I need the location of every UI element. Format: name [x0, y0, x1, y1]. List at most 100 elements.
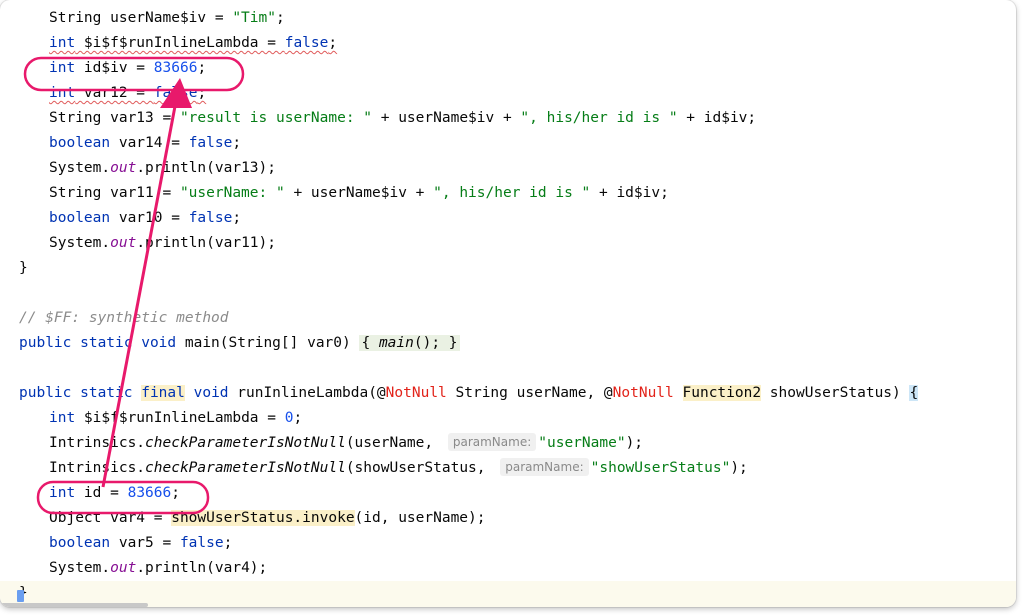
code-line[interactable]: Intrinsics.checkParameterIsNotNull(userN… [0, 431, 1016, 456]
keyword: boolean [49, 210, 111, 226]
code-token: String var13 = [49, 110, 180, 126]
keyword: int [49, 35, 76, 51]
code-token: var12 = [75, 85, 154, 101]
code-token: ; [197, 60, 207, 76]
static-field: out [110, 560, 137, 576]
code-line[interactable]: public static void main(String[] var0) {… [0, 331, 1016, 356]
code-line[interactable]: boolean var5 = false; [0, 531, 1016, 556]
code-line[interactable]: // $FF: synthetic method [0, 306, 1016, 331]
parameter-hint: paramName: [500, 458, 589, 476]
code-token: ; [275, 10, 285, 26]
static-field: out [110, 235, 137, 251]
string-literal: ", his/her id is " [520, 110, 678, 126]
code-token: $i$f$runInlineLambda = [75, 35, 285, 51]
keyword: false [188, 135, 233, 151]
keyword-highlighted: final [141, 385, 185, 401]
method-call-highlighted: showUserStatus.invoke [171, 510, 355, 526]
code-editor-window: String userName$iv = "Tim"; int $i$f$run… [0, 0, 1016, 607]
code-line[interactable]: boolean var10 = false; [0, 206, 1016, 231]
keyword: void [184, 385, 229, 401]
code-token: String userName$iv = [49, 10, 233, 26]
keyword: public static [19, 385, 142, 401]
code-line[interactable]: int $i$f$runInlineLambda = false; [0, 31, 1016, 56]
code-token: (id, userName); [354, 510, 486, 526]
keyword: int [49, 485, 76, 501]
string-literal: ", his/her id is " [433, 185, 591, 201]
warning-underline: int var12 = false; [49, 81, 206, 106]
code-token: String var11 = [49, 185, 180, 201]
code-line[interactable]: } [0, 581, 1016, 606]
code-line[interactable]: Intrinsics.checkParameterIsNotNull(showU… [0, 456, 1016, 481]
code-token: ; [171, 485, 180, 501]
warning-underline: int $i$f$runInlineLambda = false; [49, 31, 337, 56]
code-line-highlighted-id[interactable]: int id = 83666; [0, 481, 1016, 506]
code-line[interactable]: System.out.println(var13); [0, 156, 1016, 181]
code-token: .println(var13); [136, 160, 276, 176]
code-line[interactable]: boolean var14 = false; [0, 131, 1016, 156]
code-line-highlighted-id-iv[interactable]: int id$iv = 83666; [0, 56, 1016, 81]
method-call: checkParameterIsNotNull [145, 460, 346, 476]
code-token: id = [75, 485, 128, 501]
code-token: System. [49, 560, 111, 576]
code-line[interactable]: } [0, 256, 1016, 281]
code-token: Object var4 = [49, 510, 172, 526]
method-call: checkParameterIsNotNull [145, 435, 346, 451]
annotation: NotNull [612, 385, 674, 401]
code-token: + id$iv; [677, 110, 757, 126]
code-token: Intrinsics. [49, 435, 146, 451]
matched-brace: { [909, 385, 919, 401]
code-token: + userName$iv + [284, 185, 434, 201]
code-token: ; [232, 210, 242, 226]
annotation: NotNull [385, 385, 447, 401]
code-line[interactable]: int var12 = false; [0, 81, 1016, 106]
keyword: false [188, 210, 233, 226]
code-line[interactable]: String userName$iv = "Tim"; [0, 6, 1016, 31]
code-token: ); [625, 435, 644, 451]
keyword: false [179, 535, 224, 551]
code-line[interactable]: String var11 = "userName: " + userName$i… [0, 181, 1016, 206]
caret-marker [17, 590, 24, 602]
code-editor[interactable]: String userName$iv = "Tim"; int $i$f$run… [0, 0, 1016, 607]
code-line[interactable]: System.out.println(var4); [0, 556, 1016, 581]
code-token: + id$iv; [590, 185, 669, 201]
code-token: (showUserStatus, [345, 460, 495, 476]
keyword: int [49, 410, 76, 426]
code-line[interactable]: String var13 = "result is userName: " + … [0, 106, 1016, 131]
code-token: runInlineLambda(@ [228, 385, 386, 401]
keyword: boolean [49, 135, 111, 151]
code-token: String userName, @ [446, 385, 613, 401]
keyword: boolean [49, 535, 111, 551]
type-highlighted: Function2 [682, 385, 762, 401]
code-token: Intrinsics. [49, 460, 146, 476]
folded-region[interactable]: { main(); } [359, 335, 460, 351]
keyword: int [49, 85, 76, 101]
code-token: { [361, 335, 379, 351]
closing-brace: } [19, 260, 28, 276]
code-token: main(String[] var0) [176, 335, 360, 351]
code-token: $i$f$runInlineLambda = [75, 410, 285, 426]
code-line[interactable]: int $i$f$runInlineLambda = 0; [0, 406, 1016, 431]
number-literal: 83666 [127, 485, 172, 501]
code-token: System. [49, 160, 111, 176]
code-token: .println(var11); [136, 235, 276, 251]
code-token: System. [49, 235, 111, 251]
horizontal-scrollbar[interactable] [0, 603, 148, 607]
code-line[interactable]: public static final void runInlineLambda… [0, 381, 1016, 406]
code-token: + userName$iv + [372, 110, 521, 126]
string-literal: "Tim" [232, 10, 276, 26]
keyword: false [153, 85, 198, 101]
keyword: int [49, 60, 76, 76]
code-token: ; [223, 535, 233, 551]
keyword: false [284, 35, 329, 51]
keyword: public static void [19, 335, 177, 351]
number-literal: 83666 [153, 60, 198, 76]
code-token: ; [328, 35, 338, 51]
code-line[interactable]: System.out.println(var11); [0, 231, 1016, 256]
code-token: ; [197, 85, 207, 101]
code-token: var14 = [110, 135, 189, 151]
code-token: ); [730, 460, 748, 476]
code-line[interactable]: Object var4 = showUserStatus.invoke(id, … [0, 506, 1016, 531]
code-token: (); } [413, 335, 458, 351]
string-literal: "userName" [538, 435, 626, 451]
